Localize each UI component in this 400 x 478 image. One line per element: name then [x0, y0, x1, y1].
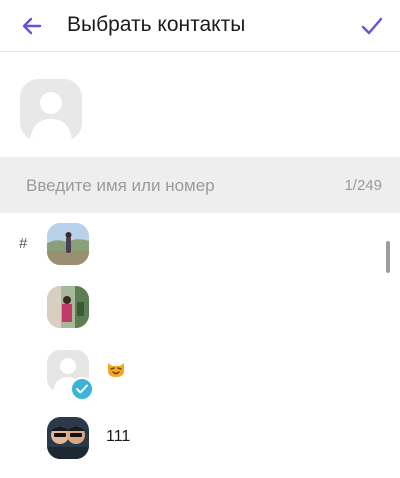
contact-row[interactable] [0, 340, 380, 404]
selected-check-badge [70, 377, 94, 401]
scrollbar[interactable] [386, 241, 390, 273]
search-input[interactable] [24, 171, 318, 201]
arrow-left-icon [22, 17, 42, 35]
selected-contact-chip[interactable] [20, 79, 82, 141]
photo-two-people-avatar [47, 417, 89, 459]
search-bar: 1/249 [0, 157, 400, 213]
selected-contacts-strip [0, 53, 400, 156]
select-contacts-screen: Выбрать контакты 1/249 # [0, 0, 400, 478]
checkmark-icon [361, 17, 383, 35]
default-avatar-icon [20, 79, 82, 141]
contact-row[interactable] [0, 276, 380, 340]
top-app-bar: Выбрать контакты [0, 0, 400, 52]
checkmark-icon [76, 384, 88, 394]
contact-name: 111 [106, 428, 131, 445]
selection-counter: 1/249 [344, 177, 382, 194]
photo-landscape-avatar [47, 223, 89, 265]
contact-row[interactable]: 111 [0, 407, 380, 471]
cat-face-emoji [106, 359, 126, 379]
photo-person-avatar [47, 286, 89, 328]
page-title: Выбрать контакты [67, 13, 246, 36]
back-button[interactable] [18, 12, 46, 40]
contact-row[interactable] [0, 213, 380, 277]
contact-list: # 111 [0, 213, 400, 478]
confirm-button[interactable] [358, 12, 386, 40]
